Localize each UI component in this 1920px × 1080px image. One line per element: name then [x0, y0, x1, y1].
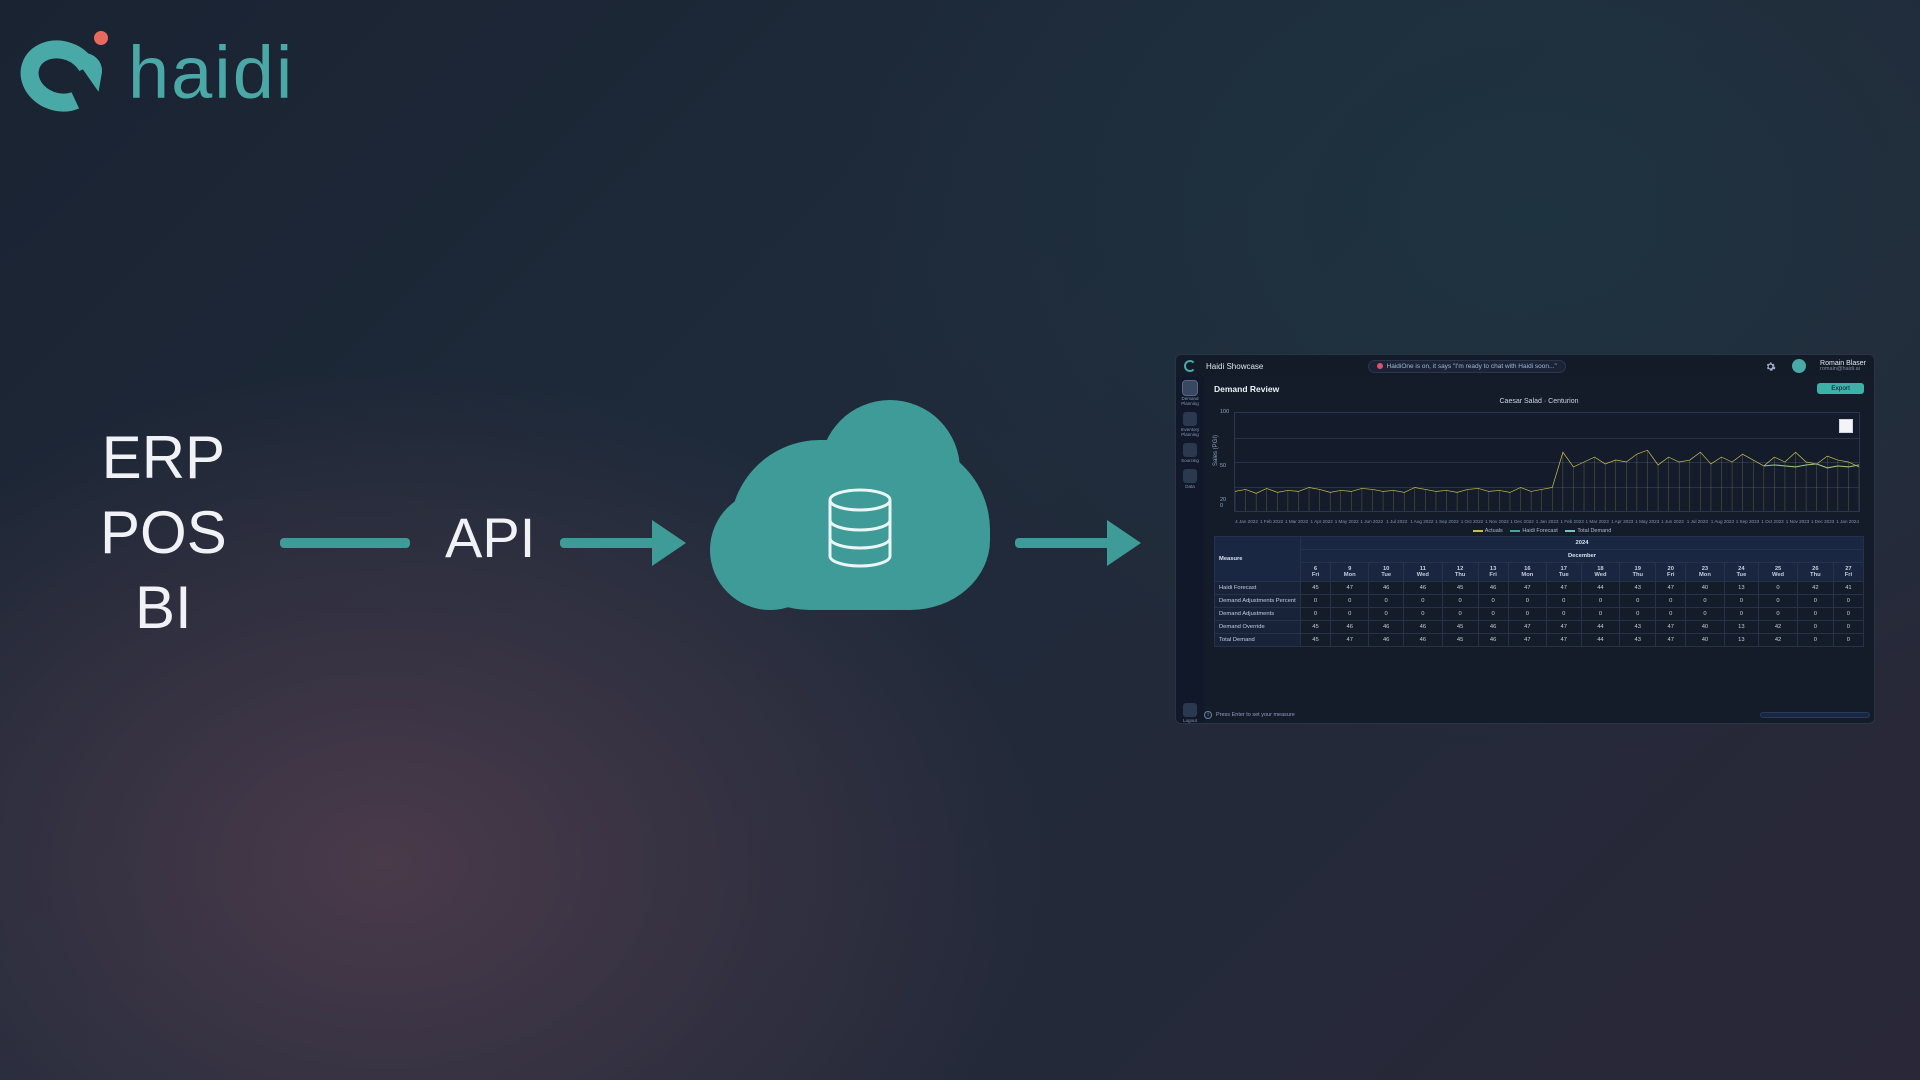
arrow-icon: [560, 538, 680, 548]
cart-icon: [1183, 443, 1197, 457]
info-icon: i: [1204, 711, 1212, 719]
chart-x-ticks: 4 Jan 20221 Feb 20221 Mar 20221 Apr 2022…: [1234, 519, 1860, 524]
global-search[interactable]: HaidiOne is on, it says "I'm ready to ch…: [1368, 360, 1566, 373]
arrow-icon: [1015, 538, 1135, 548]
api-label: API: [445, 505, 535, 570]
sidebar-label: Inventory Planning: [1179, 427, 1201, 437]
source-bi: BI: [135, 570, 192, 645]
user-email: romain@haidi.ai: [1820, 367, 1866, 373]
sidebar-label: Logout: [1183, 718, 1197, 723]
cloud-database-icon: [730, 440, 990, 610]
status-hint: Press Enter to set your measure: [1216, 712, 1295, 718]
architecture-diagram: ERP POS BI API Haidi Showcase HaidiOne i…: [0, 0, 1920, 1080]
legend-actuals: Actuals: [1485, 528, 1503, 534]
user-block: Romain Blaser romain@haidi.ai: [1820, 360, 1866, 373]
sidebar-item-demand-planning[interactable]: Demand Planning: [1179, 381, 1201, 406]
ytick: 50: [1220, 463, 1226, 469]
legend-forecast: Haidi Forecast: [1522, 528, 1557, 534]
sidebar-item-logout[interactable]: Logout: [1179, 703, 1201, 723]
measures-table: Measure2024December6Fri9Mon10Tue11Wed12T…: [1214, 536, 1864, 717]
ytick: 100: [1220, 409, 1229, 415]
source-erp: ERP: [102, 420, 225, 495]
status-bar: i Press Enter to set your measure: [1204, 711, 1870, 719]
chart-legend: Actuals Haidi Forecast Total Demand: [1214, 528, 1864, 534]
db-icon: [1183, 469, 1197, 483]
page-title: Demand Review: [1214, 384, 1279, 394]
chart-plot-area[interactable]: [1234, 412, 1860, 512]
logout-icon: [1183, 703, 1197, 717]
sidebar-label: Sourcing: [1181, 458, 1199, 463]
sidebar-label: Data: [1185, 484, 1195, 489]
app-topbar: Haidi Showcase HaidiOne is on, it says "…: [1176, 355, 1874, 377]
gear-icon: [1765, 361, 1776, 372]
app-logo-icon: [1184, 360, 1196, 372]
box-icon: [1183, 412, 1197, 426]
ytick: 0: [1220, 503, 1223, 509]
flow-line: [280, 538, 410, 548]
data-sources-list: ERP POS BI: [100, 420, 227, 645]
status-dot-icon: [1377, 363, 1383, 369]
database-icon: [825, 488, 895, 568]
sidebar-item-data[interactable]: Data: [1179, 469, 1201, 489]
dashboard-screenshot: Haidi Showcase HaidiOne is on, it says "…: [1175, 354, 1875, 724]
sidebar: Demand Planning Inventory Planning Sourc…: [1176, 377, 1204, 723]
sidebar-item-inventory-planning[interactable]: Inventory Planning: [1179, 412, 1201, 437]
settings-button[interactable]: [1764, 360, 1776, 372]
sidebar-label: Demand Planning: [1179, 396, 1201, 406]
demand-chart: Caesar Salad · Centurion Sales (PGI) 100…: [1214, 398, 1864, 534]
plan-icon: [1183, 381, 1197, 395]
legend-total: Total Demand: [1577, 528, 1611, 534]
chart-title: Caesar Salad · Centurion: [1214, 398, 1864, 405]
horizontal-scrollbar[interactable]: [1760, 712, 1870, 718]
source-pos: POS: [100, 495, 227, 570]
user-avatar[interactable]: [1792, 359, 1806, 373]
chart-y-label: Sales (PGI): [1213, 435, 1219, 466]
export-button[interactable]: Export: [1817, 383, 1864, 394]
sidebar-item-sourcing[interactable]: Sourcing: [1179, 443, 1201, 463]
search-placeholder: HaidiOne is on, it says "I'm ready to ch…: [1387, 363, 1557, 370]
app-title: Haidi Showcase: [1206, 362, 1263, 371]
